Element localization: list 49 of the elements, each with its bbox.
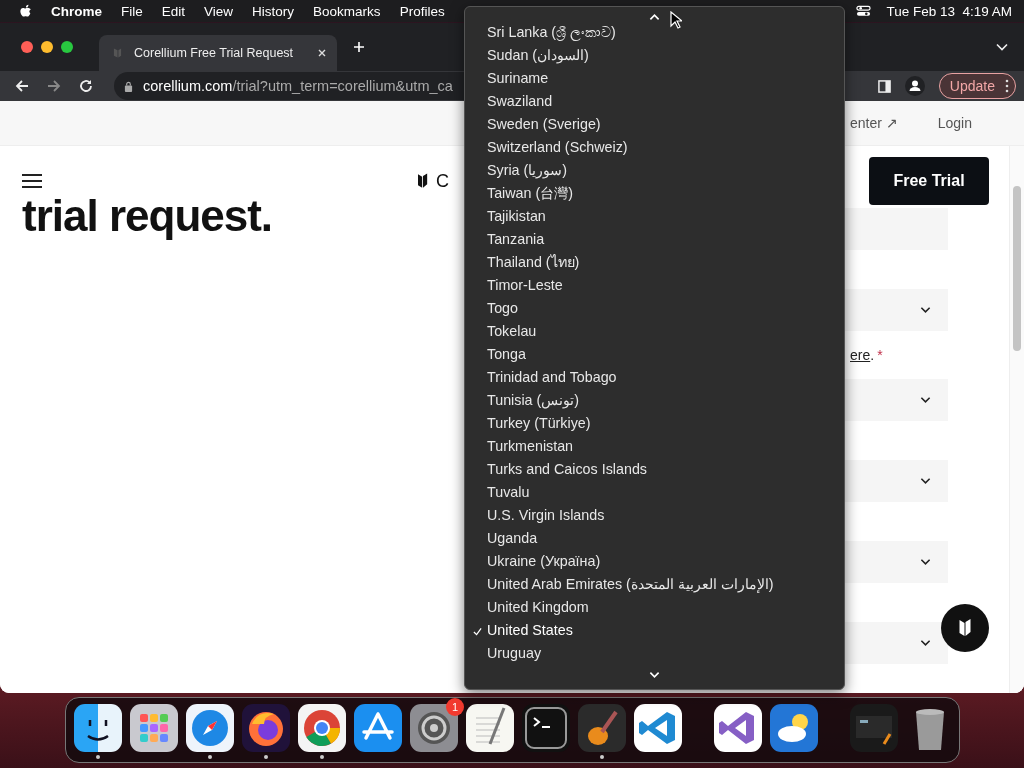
country-option[interactable]: Tanzania bbox=[465, 228, 844, 251]
country-option[interactable]: Turkmenistan bbox=[465, 435, 844, 458]
country-option[interactable]: Uruguay bbox=[465, 642, 844, 665]
country-option[interactable]: Turkey (Türkiye) bbox=[465, 412, 844, 435]
country-option[interactable]: Tokelau bbox=[465, 320, 844, 343]
country-option[interactable]: Switzerland (Schweiz) bbox=[465, 136, 844, 159]
country-option[interactable]: Sri Lanka (ශ්‍රී ලංකාව) bbox=[465, 21, 844, 44]
notification-badge: 1 bbox=[446, 698, 464, 716]
tab-title: Corellium Free Trial Request bbox=[134, 46, 295, 60]
country-option[interactable]: Ukraine (Україна) bbox=[465, 550, 844, 573]
country-option[interactable]: United Arab Emirates (الإمارات العربية المتحدة) bbox=[465, 573, 844, 596]
country-option[interactable]: Togo bbox=[465, 297, 844, 320]
menu-item[interactable]: History bbox=[252, 3, 295, 19]
logo-text[interactable]: C bbox=[436, 170, 451, 192]
country-option[interactable]: Swaziland bbox=[465, 90, 844, 113]
required-mark: * bbox=[877, 347, 883, 363]
free-trial-button[interactable]: Free Trial bbox=[869, 157, 989, 205]
menu-bar-clock: Tue Feb 13 4:19 AM bbox=[886, 3, 1012, 19]
menu-item[interactable]: Chrome bbox=[51, 3, 102, 19]
menu-item[interactable]: File bbox=[121, 3, 143, 19]
country-option[interactable]: Tonga bbox=[465, 343, 844, 366]
country-option[interactable]: Taiwan (台灣) bbox=[465, 182, 844, 205]
country-option[interactable]: Syria (سوريا) bbox=[465, 159, 844, 182]
menu-item[interactable]: Bookmarks bbox=[313, 3, 381, 19]
consent-link[interactable]: ere bbox=[850, 347, 871, 363]
country-option[interactable]: Timor-Leste bbox=[465, 274, 844, 297]
browser-tab[interactable]: Corellium Free Trial Request bbox=[99, 35, 337, 71]
consent-period: . bbox=[870, 347, 875, 363]
country-option[interactable]: Thailand (ไทย) bbox=[465, 251, 844, 274]
country-option[interactable]: U.S. Virgin Islands bbox=[465, 504, 844, 527]
nav-link[interactable]: Login bbox=[937, 115, 972, 131]
country-option[interactable]: Turks and Caicos Islands bbox=[465, 458, 844, 481]
country-option[interactable]: Sweden (Sverige) bbox=[465, 113, 844, 136]
url-text: corellium.com/trial?utm_term=corellium&utm_ca bbox=[143, 78, 453, 94]
country-option[interactable]: Uganda bbox=[465, 527, 844, 550]
menu-item[interactable]: Profiles bbox=[399, 3, 445, 19]
nav-link[interactable]: enter ↗ bbox=[849, 115, 898, 131]
country-option[interactable]: Tunisia (تونس) bbox=[465, 389, 844, 412]
country-option[interactable]: Tajikistan bbox=[465, 205, 844, 228]
page-heading: trial request. bbox=[22, 191, 273, 241]
country-option[interactable]: Sudan (السودان) bbox=[465, 44, 844, 67]
country-option[interactable]: United States bbox=[465, 619, 844, 642]
menu-item[interactable]: Edit bbox=[161, 3, 186, 19]
country-option[interactable]: Tuvalu bbox=[465, 481, 844, 504]
country-option[interactable]: Suriname bbox=[465, 67, 844, 90]
country-option[interactable]: United Kingdom bbox=[465, 596, 844, 619]
country-option[interactable]: Trinidad and Tobago bbox=[465, 366, 844, 389]
update-button[interactable]: Update bbox=[938, 73, 1016, 99]
menu-item[interactable]: View bbox=[204, 3, 234, 19]
